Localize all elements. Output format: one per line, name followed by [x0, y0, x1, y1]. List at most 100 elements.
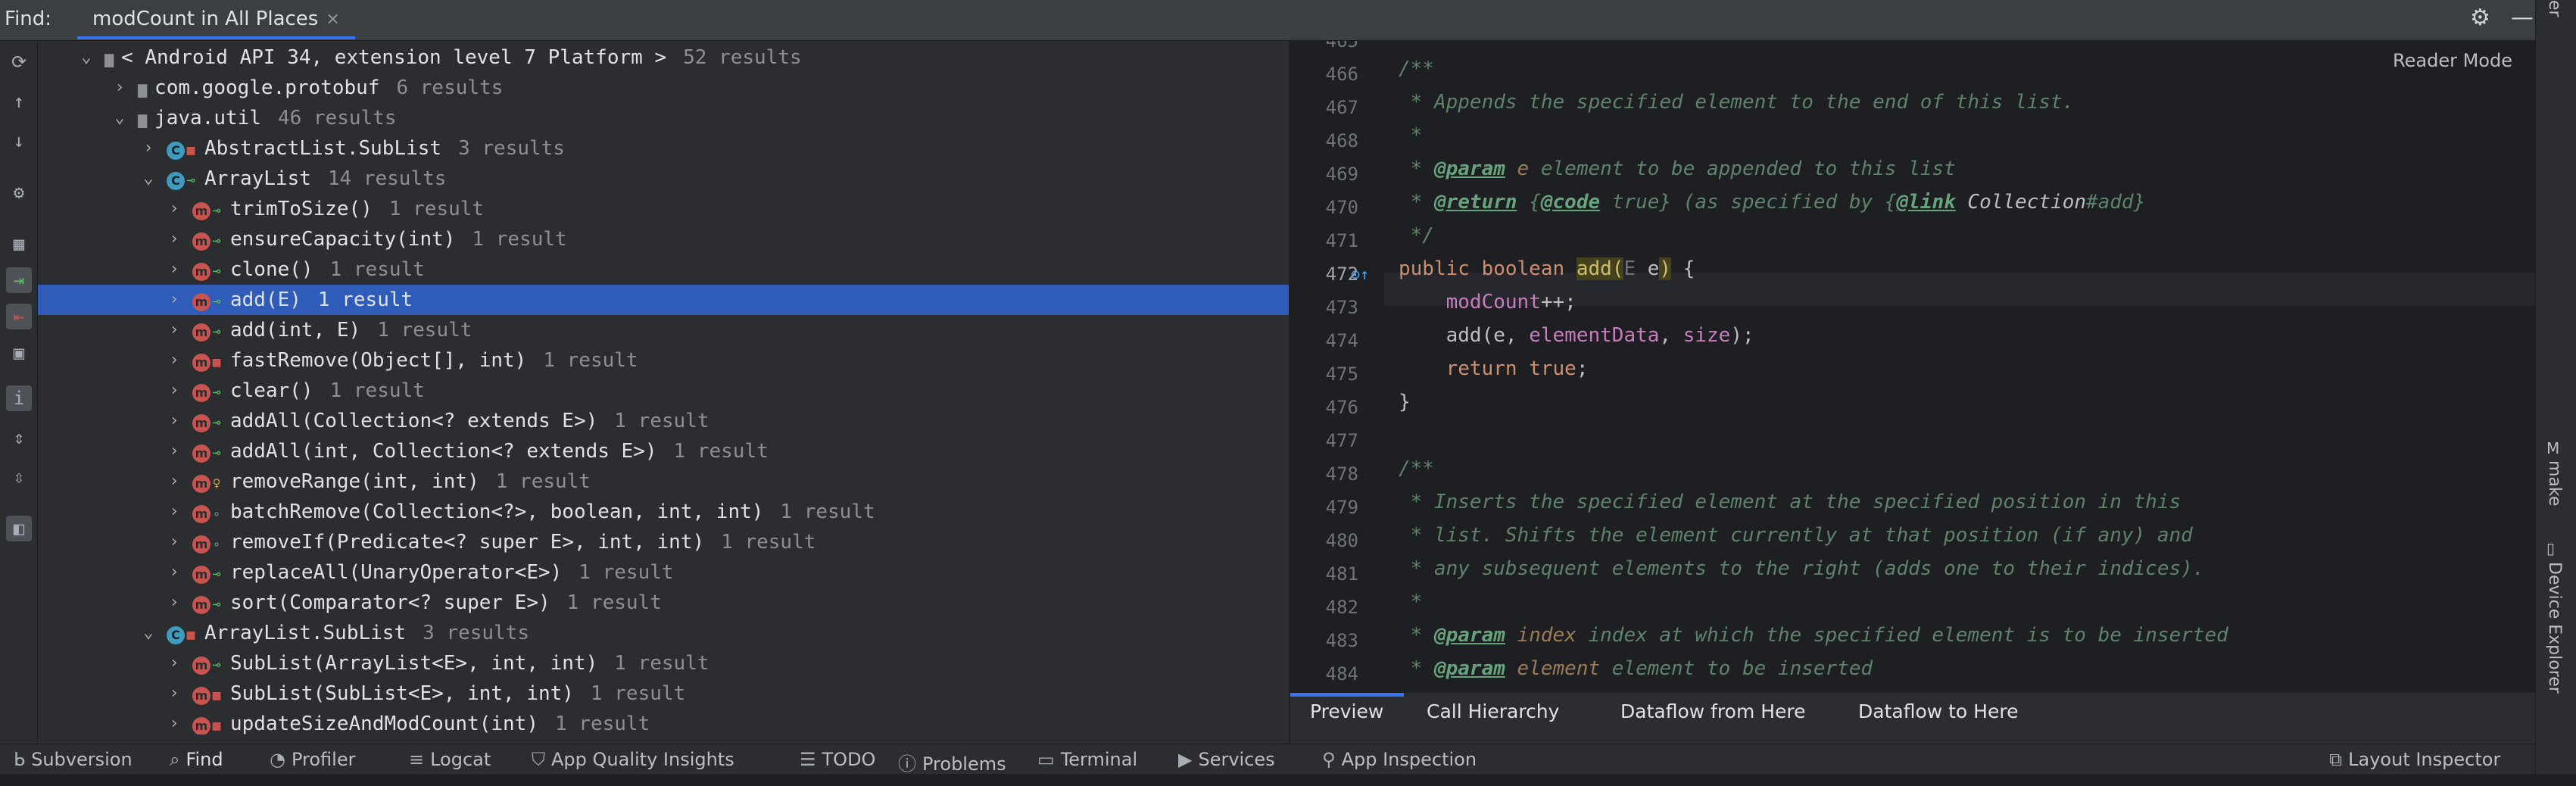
- chevron-right-icon[interactable]: ›: [167, 406, 182, 436]
- chevron-right-icon[interactable]: ›: [167, 345, 182, 376]
- chevron-right-icon[interactable]: ›: [167, 315, 182, 345]
- collapse-all-icon[interactable]: ⇳: [6, 464, 32, 490]
- tree-row[interactable]: › m ⊸ add(E) 1 result: [38, 285, 1289, 315]
- device-explorer-tool[interactable]: Device Explorer: [2545, 562, 2564, 694]
- public-icon: ⊸: [212, 415, 221, 431]
- public-icon: ⊸: [212, 233, 221, 249]
- app-inspection-tool[interactable]: ⚲ App Inspection: [1322, 749, 1477, 770]
- tree-row[interactable]: › m ∘ removeIf(Predicate<? super E>, int, i…: [38, 527, 1289, 557]
- terminal-icon: ▭: [1037, 749, 1055, 770]
- info-icon[interactable]: i: [6, 385, 32, 411]
- tree-row-label: add(E): [230, 289, 301, 311]
- tree-row[interactable]: › m ■ fastRemove(Object[], int) 1 result: [38, 345, 1289, 376]
- chevron-right-icon[interactable]: ›: [167, 497, 182, 527]
- tree-row[interactable]: › m ⊸ replaceAll(UnaryOperator<E>) 1 result: [38, 557, 1289, 588]
- tree-row[interactable]: › C ■ AbstractList.SubList 3 results: [38, 133, 1289, 164]
- layout-inspector-tool[interactable]: ⧉ Layout Inspector: [2329, 749, 2500, 770]
- override-icon[interactable]: ⊙↑: [1351, 265, 1369, 283]
- terminal-tool[interactable]: ▭ Terminal: [1037, 749, 1137, 770]
- arrow-down-icon[interactable]: ↓: [6, 128, 32, 154]
- tab-call-hierarchy[interactable]: Call Hierarchy: [1427, 700, 1559, 722]
- line-number: 483: [1325, 630, 1358, 651]
- chevron-right-icon[interactable]: ›: [112, 73, 127, 103]
- close-icon[interactable]: ✕: [326, 11, 339, 30]
- settings-icon[interactable]: ⚙: [6, 179, 32, 205]
- tree-row[interactable]: › m ⊸ SubList(ArrayList<E>, int, int) 1 resu…: [38, 648, 1289, 678]
- chevron-right-icon[interactable]: ›: [167, 588, 182, 618]
- code-line-483: * @param index index at which the specif…: [1399, 624, 2228, 647]
- find-results-tab[interactable]: modCount in All Places ✕: [77, 3, 355, 39]
- tree-row-count: 1 result: [614, 652, 709, 675]
- tree-row[interactable]: ⌄ ▆ java.util 46 results: [38, 103, 1289, 133]
- chevron-down-icon[interactable]: ⌄: [141, 618, 156, 648]
- profiler-tool[interactable]: ◔ Profiler: [270, 749, 355, 770]
- public-icon: ⊸: [212, 294, 221, 310]
- tree-row[interactable]: › m ∘ batchRemove(Collection<?>, boolean, i…: [38, 497, 1289, 527]
- tree-row-label: ArrayList: [204, 167, 311, 190]
- chevron-right-icon[interactable]: ›: [167, 678, 182, 709]
- filter-icon[interactable]: ⇤: [6, 304, 32, 329]
- tree-row-label: < Android API 34, extension level 7 Plat…: [121, 46, 667, 69]
- app-quality-insights-tool[interactable]: ⛉ App Quality Insights: [532, 749, 734, 770]
- tab-dataflow-to-here[interactable]: Dataflow to Here: [1858, 700, 2018, 722]
- chevron-right-icon[interactable]: ›: [167, 436, 182, 466]
- right-strip-top-label[interactable]: er: [2545, 0, 2564, 17]
- public-icon: ⊸: [212, 264, 221, 279]
- chevron-right-icon[interactable]: ›: [167, 194, 182, 224]
- group-icon[interactable]: ▦: [6, 231, 32, 257]
- chevron-right-icon[interactable]: ›: [141, 133, 156, 164]
- chevron-right-icon[interactable]: ›: [167, 254, 182, 285]
- find-tool[interactable]: ⌕ Find: [170, 749, 223, 770]
- chevron-right-icon[interactable]: ›: [167, 376, 182, 406]
- tab-preview[interactable]: Preview: [1310, 700, 1383, 722]
- tree-row[interactable]: › m ⊸ clear() 1 result: [38, 376, 1289, 406]
- arrow-up-icon[interactable]: ↑: [6, 89, 32, 114]
- todo-tool[interactable]: ☰ TODO: [800, 749, 875, 770]
- chevron-down-icon[interactable]: ⌄: [79, 42, 94, 73]
- tree-row[interactable]: › m ⊸ ensureCapacity(int) 1 result: [38, 224, 1289, 254]
- rerun-icon[interactable]: ⟳: [6, 49, 32, 75]
- subversion-tool[interactable]: ᖯ Subversion: [14, 749, 133, 770]
- tree-row[interactable]: ⌄ C ⊸ ArrayList 14 results: [38, 164, 1289, 194]
- make-tool[interactable]: make: [2545, 460, 2564, 506]
- tree-row[interactable]: › m ⊸ clone() 1 result: [38, 254, 1289, 285]
- chevron-right-icon[interactable]: ›: [167, 557, 182, 588]
- tree-row[interactable]: › m ■ SubList(SubList<E>, int, int) 1 result: [38, 678, 1289, 709]
- tree-row[interactable]: ⌄ ▆ < Android API 34, extension level 7 Pl…: [38, 42, 1289, 73]
- services-tool[interactable]: ▶ Services: [1178, 749, 1275, 770]
- chevron-right-icon[interactable]: ›: [167, 224, 182, 254]
- chevron-right-icon[interactable]: ›: [167, 648, 182, 678]
- code-line-466: /**: [1399, 58, 1434, 80]
- expand-all-icon[interactable]: ⇕: [6, 425, 32, 451]
- tree-row[interactable]: › ▆ com.google.protobuf 6 results: [38, 73, 1289, 103]
- tree-row[interactable]: ⌄ C ■ ArrayList.SubList 3 results: [38, 618, 1289, 648]
- reader-mode-button[interactable]: Reader Mode: [2393, 50, 2512, 71]
- folder-icon[interactable]: ▣: [6, 340, 32, 366]
- gear-icon[interactable]: ⚙: [2470, 5, 2490, 31]
- tree-row[interactable]: › m ⊸ addAll(int, Collection<? extends E>) 1…: [38, 436, 1289, 466]
- tree-row[interactable]: › m ■ updateSizeAndModCount(int) 1 result: [38, 709, 1289, 735]
- chevron-right-icon[interactable]: ›: [167, 285, 182, 315]
- problems-tool[interactable]: ⓘ Problems: [898, 749, 1006, 775]
- merge-icon[interactable]: ⇥: [6, 267, 32, 293]
- tree-row-count: 1 result: [329, 258, 425, 281]
- tree-row[interactable]: › m ⊸ sort(Comparator<? super E>) 1 result: [38, 588, 1289, 618]
- line-number: 475: [1325, 363, 1358, 385]
- chevron-right-icon[interactable]: ›: [167, 466, 182, 497]
- chevron-down-icon[interactable]: ⌄: [112, 103, 127, 133]
- tree-row[interactable]: › m ⊸ addAll(Collection<? extends E>) 1 resu…: [38, 406, 1289, 436]
- tree-row[interactable]: › m ⊸ add(int, E) 1 result: [38, 315, 1289, 345]
- logcat-tool[interactable]: ≡ Logcat: [409, 749, 491, 770]
- minimize-icon[interactable]: —: [2511, 5, 2534, 31]
- chevron-right-icon[interactable]: ›: [167, 709, 182, 735]
- package-private-icon: ∘: [213, 507, 220, 521]
- tree-row-count: 1 result: [590, 682, 686, 705]
- chevron-down-icon[interactable]: ⌄: [141, 164, 156, 194]
- public-icon: ⊸: [186, 173, 195, 189]
- tab-dataflow-from-here[interactable]: Dataflow from Here: [1620, 700, 1806, 722]
- tree-row[interactable]: › m ♀ removeRange(int, int) 1 result: [38, 466, 1289, 497]
- tree-row[interactable]: › m ⊸ trimToSize() 1 result: [38, 194, 1289, 224]
- find-tab-title: modCount in All Places: [92, 8, 319, 30]
- preview-toggle-icon[interactable]: ◧: [6, 516, 32, 541]
- chevron-right-icon[interactable]: ›: [167, 527, 182, 557]
